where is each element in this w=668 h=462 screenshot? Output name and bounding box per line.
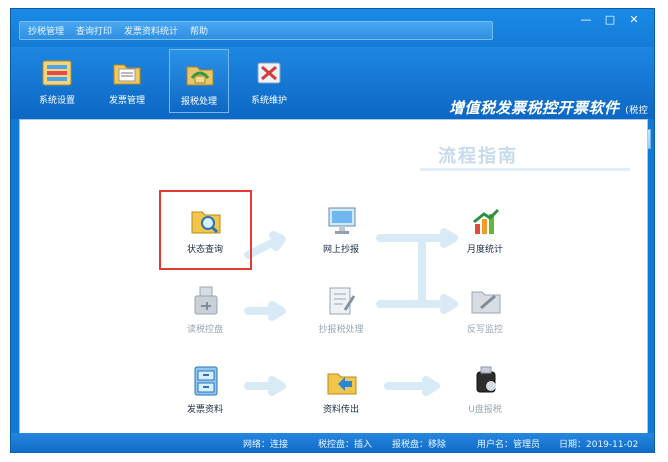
menu-copy-tax[interactable]: 抄税管理 — [28, 24, 64, 37]
brand-title: 增值税发票税控开票软件 — [449, 99, 620, 117]
monitor-icon — [328, 207, 356, 234]
tool-invoice-management[interactable]: 发票管理 — [97, 49, 157, 113]
user-status: 用户名：管理员 — [477, 440, 541, 450]
node-usb-tax[interactable]: U盘报税 — [440, 358, 530, 426]
tool-label: 报税处理 — [180, 97, 217, 107]
tool-label: 发票管理 — [108, 96, 145, 106]
node-label: 状态查询 — [186, 245, 223, 255]
menu-bar: 抄税管理 查询打印 发票资料统计 帮助 — [19, 21, 493, 40]
node-online-copy[interactable]: 网上抄报 — [296, 198, 386, 266]
node-invoice-data[interactable]: 发票资料 — [160, 358, 250, 426]
menu-query-print[interactable]: 查询打印 — [76, 24, 112, 37]
disk-status: 税控盘：插入 — [318, 440, 373, 450]
close-button[interactable]: ✕ — [625, 12, 643, 28]
node-control-disk[interactable]: 读税控盘 — [160, 278, 250, 346]
folder-export-icon — [327, 373, 357, 395]
date-status: 日期：2019-11-02 — [559, 440, 639, 450]
folder-search-icon — [191, 211, 221, 234]
status-bar: 网络：连接 税控盘：插入 报税盘：移除 用户名：管理员 日期：2019-11-0… — [11, 433, 654, 453]
tax-report-icon — [186, 66, 214, 86]
menu-help[interactable]: 帮助 — [190, 24, 208, 37]
tool-label: 系统设置 — [38, 96, 75, 106]
tool-system-settings[interactable]: 系统设置 — [27, 49, 87, 113]
node-data-export[interactable]: 资料传出 — [296, 358, 386, 426]
node-label: 月度统计 — [466, 245, 503, 255]
folder-edit-icon — [471, 291, 501, 314]
node-label: 反写监控 — [466, 325, 503, 335]
node-label: 资料传出 — [322, 405, 359, 415]
tool-label: 系统维护 — [250, 96, 287, 106]
maximize-button[interactable]: □ — [601, 12, 619, 28]
node-label: 发票资料 — [186, 405, 223, 415]
node-label: 抄报税处理 — [318, 325, 364, 335]
usb-drive-icon — [194, 286, 218, 315]
main-window: 抄税管理 查询打印 发票资料统计 帮助 — □ ✕ 系统设置 发票管理 报税处理… — [10, 8, 655, 453]
node-copy-process[interactable]: 抄报税处理 — [296, 278, 386, 346]
node-label: 读税控盘 — [186, 325, 223, 335]
system-maintenance-icon — [257, 62, 281, 84]
network-status: 网络：连接 — [243, 440, 289, 450]
node-label: U盘报税 — [468, 405, 502, 415]
node-label: 网上抄报 — [322, 245, 359, 255]
minimize-button[interactable]: — — [577, 12, 595, 28]
node-status-query[interactable]: 状态查询 — [160, 198, 250, 266]
tool-system-maintenance[interactable]: 系统维护 — [239, 49, 299, 113]
tool-tax-report[interactable]: 报税处理 — [169, 49, 229, 113]
main-toolbar: 系统设置 发票管理 报税处理 系统维护 增值税发票税控开票软件 (税控 — [11, 47, 654, 149]
growth-chart-icon — [473, 208, 500, 234]
node-anti-monitor[interactable]: 反写监控 — [440, 278, 530, 346]
usb-stick-icon — [476, 366, 496, 393]
invoice-folder-icon — [113, 64, 141, 85]
menu-invoice-stats[interactable]: 发票资料统计 — [124, 24, 178, 37]
document-pen-icon — [329, 287, 356, 315]
system-settings-icon — [42, 60, 72, 86]
node-monthly-stats[interactable]: 月度统计 — [440, 198, 530, 266]
cabinet-icon — [194, 366, 218, 396]
report-disk-status: 报税盘：移除 — [392, 440, 447, 450]
guide-panel: 流程指南 状态查询 网上抄报 月度统计 读税控盘 抄报税处理 反写监控 发票资料… — [19, 119, 648, 441]
